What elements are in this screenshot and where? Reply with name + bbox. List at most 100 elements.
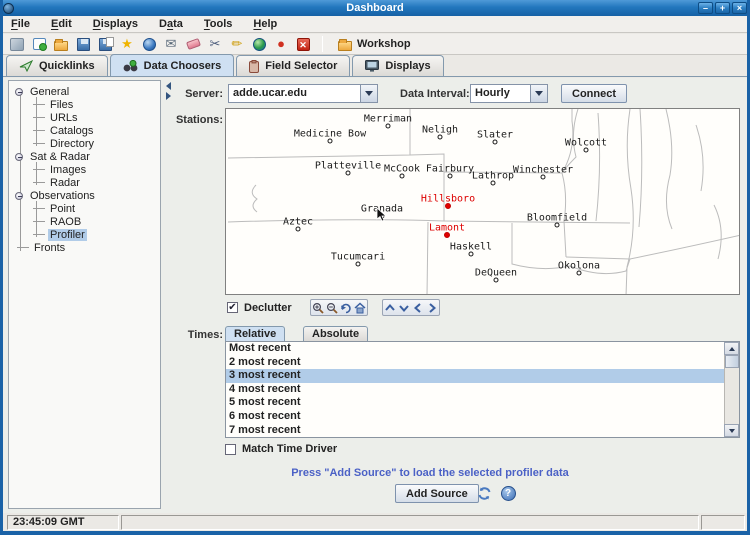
tab-field-selector[interactable]: Field Selector xyxy=(236,55,350,76)
time-option[interactable]: 4 most recent xyxy=(226,383,739,397)
station-marker[interactable] xyxy=(346,171,351,176)
data-interval-combobox[interactable]: Hourly xyxy=(470,84,548,103)
tree-item-fronts[interactable]: Fronts xyxy=(9,241,160,254)
menu-data[interactable]: Data xyxy=(159,18,183,30)
tree-item-general[interactable]: General xyxy=(9,85,160,98)
pan-down-icon[interactable] xyxy=(397,300,411,315)
zoom-out-icon[interactable] xyxy=(325,300,339,315)
menu-help[interactable]: Help xyxy=(253,18,277,30)
match-time-driver-checkbox[interactable] xyxy=(225,444,236,455)
tree-expand-handle[interactable] xyxy=(15,88,23,96)
station-marker[interactable] xyxy=(577,271,582,276)
scroll-down-icon[interactable] xyxy=(724,424,739,437)
station-map[interactable]: MerrimanMedicine BowNelighSlaterWolcottP… xyxy=(225,108,740,295)
tree-item-raob[interactable]: RAOB xyxy=(9,215,160,228)
collapse-left-icon[interactable] xyxy=(166,82,171,90)
station-marker[interactable] xyxy=(296,227,301,232)
workshop-button[interactable]: Workshop xyxy=(334,37,415,52)
server-combobox[interactable]: adde.ucar.edu xyxy=(228,84,378,103)
undo-zoom-icon[interactable] xyxy=(339,300,353,315)
tree-item-files[interactable]: Files xyxy=(9,98,160,111)
favorites-icon[interactable]: ★ xyxy=(119,36,135,52)
station-marker[interactable] xyxy=(494,278,499,283)
time-option[interactable]: 3 most recent xyxy=(226,369,739,383)
show-dashboard-icon[interactable] xyxy=(9,36,25,52)
reload-icon[interactable] xyxy=(476,485,492,501)
time-option[interactable]: 5 most recent xyxy=(226,396,739,410)
time-option[interactable]: 6 most recent xyxy=(226,410,739,424)
time-option[interactable]: 7 most recent xyxy=(226,424,739,438)
station-marker[interactable] xyxy=(444,232,450,238)
tree-item-point[interactable]: Point xyxy=(9,202,160,215)
menu-edit[interactable]: Edit xyxy=(51,18,72,30)
station-marker[interactable] xyxy=(584,148,589,153)
time-option[interactable]: 2 most recent xyxy=(226,356,739,370)
tree-item-catalogs[interactable]: Catalogs xyxy=(9,124,160,137)
station-marker[interactable] xyxy=(448,174,453,179)
server-label: Server: xyxy=(185,88,223,100)
globe-icon[interactable] xyxy=(251,36,267,52)
stations-label: Stations: xyxy=(176,114,223,126)
tree-item-radar[interactable]: Radar xyxy=(9,176,160,189)
mail-icon[interactable]: ✉ xyxy=(163,36,179,52)
scroll-up-icon[interactable] xyxy=(724,342,739,355)
tree-item-urls[interactable]: URLs xyxy=(9,111,160,124)
split-pane-divider[interactable] xyxy=(162,80,174,509)
combo-arrow-icon[interactable] xyxy=(360,85,377,102)
combo-arrow-icon[interactable] xyxy=(530,85,547,102)
time-option[interactable]: Most recent xyxy=(226,342,739,356)
tree-item-directory[interactable]: Directory xyxy=(9,137,160,150)
station-marker[interactable] xyxy=(541,175,546,180)
times-scrollbar[interactable] xyxy=(724,342,739,437)
tree-item-sat-radar[interactable]: Sat & Radar xyxy=(9,150,160,163)
add-source-button[interactable]: Add Source xyxy=(395,484,479,503)
tree-item-observations[interactable]: Observations xyxy=(9,189,160,202)
tab-data-choosers[interactable]: Data Choosers xyxy=(110,54,235,76)
support-icon[interactable] xyxy=(141,36,157,52)
tree-expand-handle[interactable] xyxy=(15,153,23,161)
menu-tools[interactable]: Tools xyxy=(204,18,233,30)
tree-item-profiler[interactable]: Profiler xyxy=(9,228,160,241)
expand-right-icon[interactable] xyxy=(166,92,171,100)
station-marker[interactable] xyxy=(555,223,560,228)
times-tab-absolute[interactable]: Absolute xyxy=(303,326,368,341)
station-marker[interactable] xyxy=(493,140,498,145)
menu-file[interactable]: File xyxy=(11,18,30,30)
station-marker[interactable] xyxy=(491,181,496,186)
record-icon[interactable]: ● xyxy=(273,36,289,52)
cut-icon[interactable]: ✂ xyxy=(207,36,223,52)
title-bar[interactable]: Dashboard – + × xyxy=(0,0,750,16)
edit-icon[interactable]: ✏ xyxy=(229,36,245,52)
open-file-icon[interactable] xyxy=(53,36,69,52)
station-marker[interactable] xyxy=(386,124,391,129)
map-pan-controls xyxy=(382,299,440,316)
tree-connector xyxy=(33,169,45,170)
station-marker[interactable] xyxy=(356,262,361,267)
tab-displays[interactable]: Displays xyxy=(352,55,443,76)
folder-icon xyxy=(338,41,352,51)
save-as-icon[interactable] xyxy=(97,36,113,52)
scrollbar-thumb[interactable] xyxy=(725,355,739,368)
pan-left-icon[interactable] xyxy=(411,300,425,315)
declutter-checkbox[interactable]: ✔ xyxy=(227,302,238,313)
station-marker[interactable] xyxy=(438,135,443,140)
new-display-icon[interactable] xyxy=(31,36,47,52)
tab-quicklinks[interactable]: Quicklinks xyxy=(6,55,108,76)
station-marker[interactable] xyxy=(445,203,451,209)
tree-expand-handle[interactable] xyxy=(15,192,23,200)
connect-button[interactable]: Connect xyxy=(561,84,627,103)
menu-displays[interactable]: Displays xyxy=(93,18,138,30)
stop-icon[interactable]: ✕ xyxy=(295,36,311,52)
station-marker[interactable] xyxy=(400,174,405,179)
eraser-icon[interactable] xyxy=(185,36,201,52)
zoom-in-icon[interactable] xyxy=(311,300,325,315)
times-tab-relative[interactable]: Relative xyxy=(225,326,285,341)
station-marker[interactable] xyxy=(328,139,333,144)
home-icon[interactable] xyxy=(353,300,367,315)
pan-right-icon[interactable] xyxy=(425,300,439,315)
help-icon[interactable]: ? xyxy=(500,485,516,501)
pan-up-icon[interactable] xyxy=(383,300,397,315)
save-icon[interactable] xyxy=(75,36,91,52)
station-marker[interactable] xyxy=(469,252,474,257)
tree-item-images[interactable]: Images xyxy=(9,163,160,176)
